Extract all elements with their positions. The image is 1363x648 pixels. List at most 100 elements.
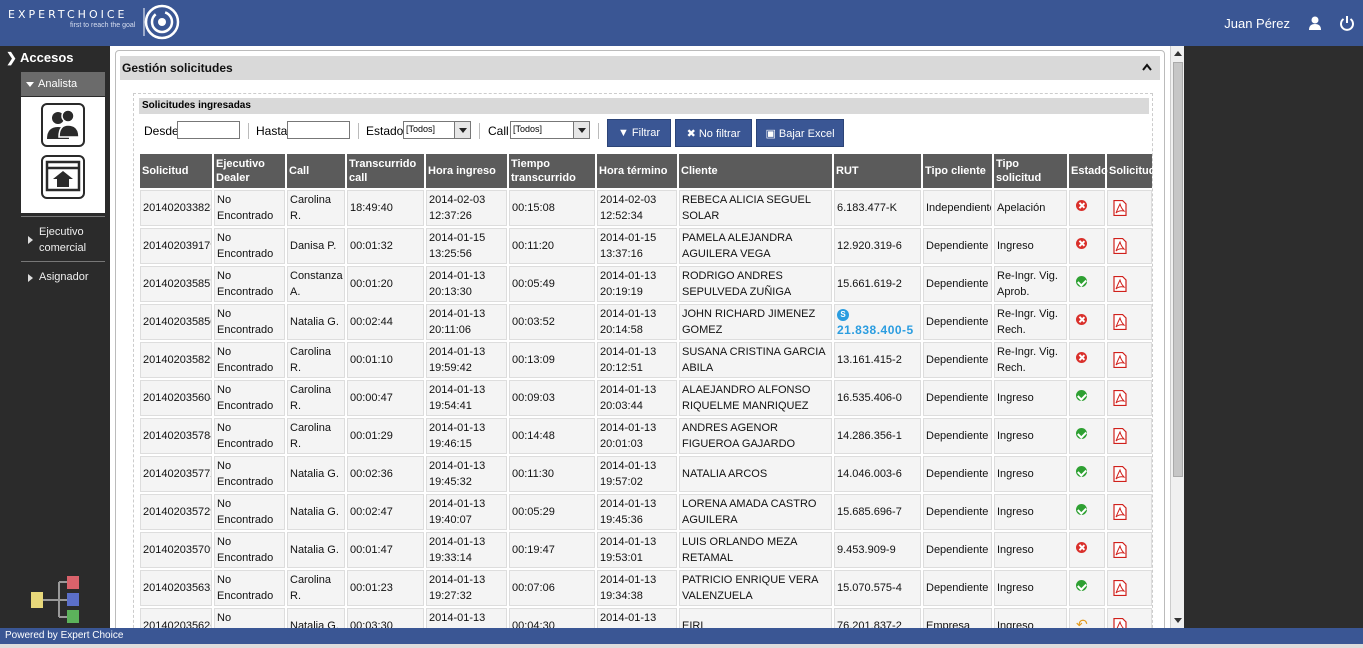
section-title: Solicitudes ingresadas — [139, 98, 1149, 114]
cliente-cell: PAMELA ALEJANDRA AGUILERA VEGA — [679, 228, 832, 264]
sidebar: ❯ Accesos Analista Ejecutivo comercial A… — [0, 46, 110, 628]
column-header[interactable]: Estado — [1069, 154, 1108, 188]
dropdown-arrow-icon[interactable] — [573, 122, 589, 138]
table-row[interactable]: 201402039179 No Encontrado Danisa P. 00:01:… — [140, 228, 1152, 264]
table-row[interactable]: 201402033823 No Encontrado Carolina R. 18:4… — [140, 190, 1152, 226]
bajar-excel-button[interactable]: ▣ Bajar Excel — [756, 119, 844, 147]
pdf-icon[interactable] — [1113, 276, 1127, 293]
users-icon[interactable] — [41, 103, 85, 147]
solicitud-pdf-cell — [1107, 190, 1152, 226]
power-icon[interactable] — [1339, 15, 1355, 31]
column-header[interactable]: Solicitud — [140, 154, 212, 188]
pdf-icon[interactable] — [1113, 542, 1127, 559]
dropdown-arrow-icon[interactable] — [454, 122, 470, 138]
column-header[interactable]: Solicitud — [1107, 154, 1155, 188]
pdf-icon[interactable] — [1113, 238, 1127, 255]
solicitudes-section: Solicitudes ingresadas Desde Hasta Estad… — [133, 93, 1155, 628]
hora-ingreso-cell: 2014-01-15 13:25:56 — [426, 228, 507, 264]
solicitud-id-cell: 201402035784 — [140, 418, 212, 454]
estado-cell — [1069, 418, 1105, 454]
solicitud-pdf-cell — [1107, 228, 1152, 264]
table-row[interactable]: 201402035604 No Encontrado Carolina R. 00:0… — [140, 380, 1152, 416]
tipo-cliente-cell: Dependiente — [923, 494, 992, 530]
call-cell: Natalia G. — [287, 608, 345, 628]
solicitud-id-cell: 201402035729 — [140, 494, 212, 530]
hora-ingreso-cell: 2014-01-13 19:45:32 — [426, 456, 507, 492]
table-row[interactable]: 201402035857 No Encontrado Constanza A. 00:… — [140, 266, 1152, 302]
sidebar-item-ejecutivo-comercial[interactable]: Ejecutivo comercial — [21, 224, 105, 256]
column-header[interactable]: Tipo cliente — [923, 154, 992, 188]
tipo-cliente-cell: Dependiente — [923, 418, 992, 454]
sidebar-item-analista[interactable]: Analista — [21, 72, 105, 96]
column-header[interactable]: Tipo solicitud — [994, 154, 1067, 188]
user-name[interactable]: Juan Pérez — [1224, 16, 1290, 31]
filtrar-button[interactable]: ▼ Filtrar — [607, 119, 671, 147]
divider — [248, 123, 249, 139]
column-header[interactable]: Call — [287, 154, 345, 188]
column-header[interactable]: Tiempo transcurrido — [509, 154, 595, 188]
call-cell: Natalia G. — [287, 494, 345, 530]
filter-bar: Desde Hasta Estado [Todos] Call [Todos] — [140, 119, 1150, 147]
table-row[interactable]: 201402035829 No Encontrado Carolina R. 00:0… — [140, 342, 1152, 378]
hasta-input[interactable] — [287, 121, 350, 139]
pdf-icon[interactable] — [1113, 314, 1127, 331]
rut-cell: 16.535.406-0 — [834, 380, 921, 416]
pdf-icon[interactable] — [1113, 428, 1127, 445]
column-header[interactable]: Cliente — [679, 154, 832, 188]
dealer-cell: No Encontrado — [214, 228, 285, 264]
hora-termino-cell: 2014-01-13 19:53:01 — [597, 532, 677, 568]
transcurrido-call-cell: 00:02:44 — [347, 304, 424, 340]
chevron-up-icon[interactable] — [1142, 63, 1152, 71]
tiempo-transcurrido-cell: 00:14:48 — [509, 418, 595, 454]
no-filtrar-button[interactable]: ✖ No filtrar — [675, 119, 752, 147]
scroll-down-icon[interactable] — [1174, 618, 1182, 623]
call-select[interactable]: [Todos] — [510, 121, 590, 139]
hora-termino-cell: 2014-01-13 19:29:33 — [597, 608, 677, 628]
table-row[interactable]: 201402035709 No Encontrado Natalia G. 00:01… — [140, 532, 1152, 568]
pdf-icon[interactable] — [1113, 504, 1127, 521]
cliente-cell: PATRICIO ENRIQUE VERA VALENZUELA — [679, 570, 832, 606]
rut-call-link[interactable]: 21.838.400-5 — [837, 322, 918, 338]
pdf-icon[interactable] — [1113, 580, 1127, 597]
column-header[interactable]: RUT — [834, 154, 921, 188]
bajar-excel-button-label: Bajar Excel — [778, 128, 835, 140]
transcurrido-call-cell: 00:01:20 — [347, 266, 424, 302]
user-icon[interactable] — [1307, 15, 1323, 31]
pdf-icon[interactable] — [1113, 352, 1127, 369]
pdf-icon[interactable] — [1113, 466, 1127, 483]
column-header[interactable]: Hora ingreso — [426, 154, 507, 188]
table-row[interactable]: 201402035772 No Encontrado Natalia G. 00:02… — [140, 456, 1152, 492]
tipo-solicitud-cell: Ingreso — [994, 570, 1067, 606]
pdf-icon[interactable] — [1113, 390, 1127, 407]
pdf-icon[interactable] — [1113, 200, 1127, 217]
table-row[interactable]: 201402035784 No Encontrado Carolina R. 00:0… — [140, 418, 1152, 454]
skype-icon[interactable]: S — [837, 309, 849, 321]
desde-input[interactable] — [177, 121, 240, 139]
table-row[interactable]: 201402035626No EncontradoNatalia G.00:03… — [140, 608, 1152, 628]
brand-tagline: first to reach the goal — [70, 22, 136, 29]
scrollbar-thumb[interactable] — [1173, 62, 1183, 477]
tipo-cliente-cell: Dependiente — [923, 532, 992, 568]
vertical-scrollbar[interactable] — [1170, 46, 1184, 628]
upload-window-icon[interactable] — [41, 155, 85, 199]
scroll-up-icon[interactable] — [1174, 51, 1182, 56]
estado-select[interactable]: [Todos] — [403, 121, 471, 139]
table-row[interactable]: 201402035632 No Encontrado Carolina R. 00:0… — [140, 570, 1152, 606]
tiempo-transcurrido-cell: 00:09:03 — [509, 380, 595, 416]
rut-cell: 76.201.837-2 — [834, 608, 921, 628]
call-cell: Natalia G. — [287, 532, 345, 568]
solicitud-pdf-cell — [1107, 494, 1152, 530]
solicitud-id-cell: 201402035626 — [140, 608, 212, 628]
table-row[interactable]: 201402035729 No Encontrado Natalia G. 00:02… — [140, 494, 1152, 530]
table-row[interactable]: 201402035850 No Encontrado Natalia G. 00:02… — [140, 304, 1152, 340]
hora-ingreso-cell: 2014-01-13 20:13:30 — [426, 266, 507, 302]
hora-ingreso-cell: 2014-01-13 19:40:07 — [426, 494, 507, 530]
x-circle-icon — [1076, 352, 1087, 363]
pdf-icon[interactable] — [1113, 618, 1127, 628]
tipo-solicitud-cell: Re-Ingr. Vig. Rech. — [994, 342, 1067, 378]
transcurrido-call-cell: 00:01:32 — [347, 228, 424, 264]
column-header[interactable]: Transcurrido call — [347, 154, 424, 188]
sidebar-item-asignador[interactable]: Asignador — [21, 271, 105, 283]
column-header[interactable]: Ejecutivo Dealer — [214, 154, 285, 188]
column-header[interactable]: Hora término — [597, 154, 677, 188]
